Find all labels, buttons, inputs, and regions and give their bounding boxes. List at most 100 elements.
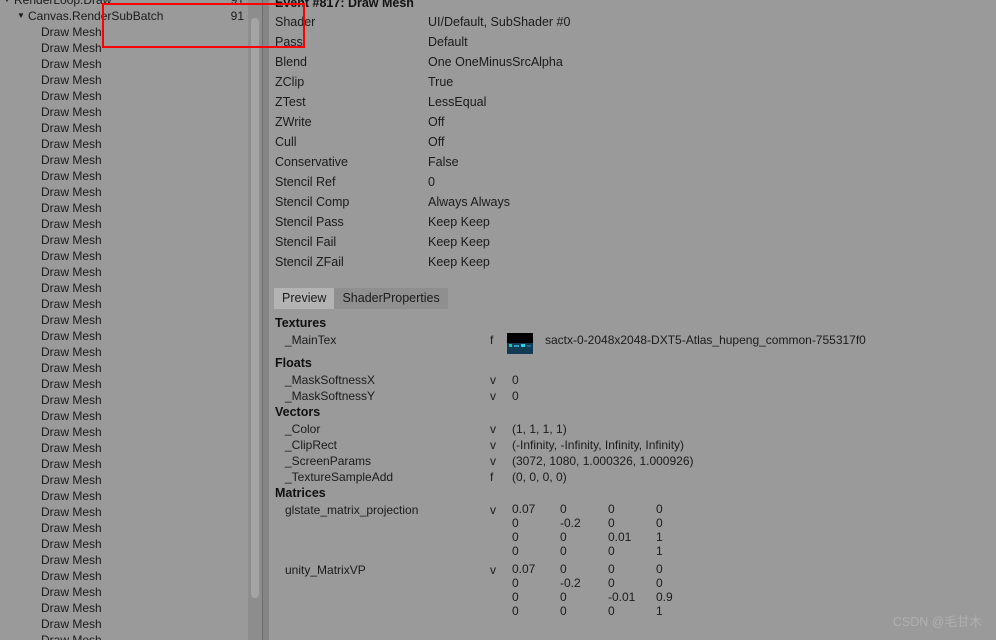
tree-item[interactable]: Draw Mesh (0, 280, 262, 296)
detail-tab-strip[interactable]: Preview ShaderProperties (274, 288, 448, 309)
texture-thumbnail[interactable] (507, 333, 533, 354)
tree-item-label: Draw Mesh (41, 489, 102, 503)
tree-item[interactable]: Draw Mesh (0, 600, 262, 616)
tree-item[interactable]: Draw Mesh (0, 56, 262, 72)
tree-item[interactable]: Draw Mesh (0, 200, 262, 216)
matrix-cell: -0.2 (560, 576, 581, 590)
tree-item[interactable]: Draw Mesh (0, 216, 262, 232)
render-state-key: Stencil Comp (275, 195, 350, 209)
tree-item-label: Draw Mesh (41, 25, 102, 39)
tree-item[interactable]: Draw Mesh (0, 328, 262, 344)
tree-item-label: Draw Mesh (41, 569, 102, 583)
tree-item[interactable]: Draw Mesh (0, 120, 262, 136)
tree-item[interactable]: Draw Mesh (0, 408, 262, 424)
tree-item[interactable]: Draw Mesh (0, 72, 262, 88)
tree-item-label: Draw Mesh (41, 345, 102, 359)
tree-scrollbar-thumb[interactable] (251, 18, 259, 598)
tree-item-label: Draw Mesh (41, 585, 102, 599)
matrix-cell: 0.9 (656, 590, 673, 604)
tree-item-label: Draw Mesh (41, 617, 102, 631)
tree-item[interactable]: Draw Mesh (0, 40, 262, 56)
render-state-key: Pass (275, 35, 303, 49)
tree-item[interactable]: Draw Mesh (0, 440, 262, 456)
matrix-cell: 0 (608, 516, 615, 530)
render-state-key: Stencil Pass (275, 215, 344, 229)
render-state-key: Cull (275, 135, 297, 149)
frame-debugger-tree-panel[interactable]: ▼RenderLoop.Draw91▼Canvas.RenderSubBatch… (0, 0, 262, 640)
tree-item-label: Draw Mesh (41, 153, 102, 167)
tree-item-label: Draw Mesh (41, 633, 102, 640)
tree-item-label: Draw Mesh (41, 121, 102, 135)
tree-item[interactable]: Draw Mesh (0, 136, 262, 152)
tree-item[interactable]: Draw Mesh (0, 424, 262, 440)
tree-item-label: Draw Mesh (41, 505, 102, 519)
tree-item[interactable]: Draw Mesh (0, 520, 262, 536)
matrix-name: glstate_matrix_projection (285, 503, 419, 517)
tree-expand-arrow-icon[interactable]: ▼ (2, 0, 12, 8)
tab-shaderproperties[interactable]: ShaderProperties (334, 288, 447, 309)
tree-expand-arrow-icon[interactable]: ▼ (16, 8, 26, 24)
tree-item[interactable]: Draw Mesh (0, 312, 262, 328)
tree-item[interactable]: Draw Mesh (0, 504, 262, 520)
watermark: CSDN @毛甘木 (892, 615, 982, 629)
tree-item[interactable]: Draw Mesh (0, 184, 262, 200)
tree-item[interactable]: Draw Mesh (0, 392, 262, 408)
tree-item[interactable]: Draw Mesh (0, 552, 262, 568)
render-state-key: Stencil Ref (275, 175, 336, 189)
tree-item[interactable]: Draw Mesh (0, 168, 262, 184)
tree-item[interactable]: Draw Mesh (0, 456, 262, 472)
render-state-key: ZWrite (275, 115, 312, 129)
property-name: _MaskSoftnessY (285, 389, 376, 403)
tree-item-label: Draw Mesh (41, 89, 102, 103)
matrices-section-heading: Matrices (275, 486, 326, 500)
tree-item-label: Draw Mesh (41, 169, 102, 183)
tree-item[interactable]: Draw Mesh (0, 632, 262, 640)
tree-item[interactable]: Draw Mesh (0, 568, 262, 584)
tree-item[interactable]: Draw Mesh (0, 296, 262, 312)
property-stage-flag: v (490, 389, 496, 403)
tree-item-label: Draw Mesh (41, 57, 102, 71)
tree-item[interactable]: Draw Mesh (0, 472, 262, 488)
property-name: _MainTex (285, 333, 337, 347)
render-state-key: Conservative (275, 155, 348, 169)
tree-item[interactable]: Draw Mesh (0, 88, 262, 104)
tree-item-label: Draw Mesh (41, 201, 102, 215)
tree-vertical-scrollbar[interactable] (248, 0, 262, 640)
tree-item[interactable]: Draw Mesh (0, 24, 262, 40)
matrix-stage-flag: v (490, 503, 496, 517)
tree-item[interactable]: Draw Mesh (0, 248, 262, 264)
tree-item-label: Draw Mesh (41, 185, 102, 199)
property-value: (-Infinity, -Infinity, Infinity, Infinit… (512, 438, 685, 452)
tree-item-label: Draw Mesh (41, 217, 102, 231)
property-name: _TextureSampleAdd (285, 470, 394, 484)
render-state-value: True (428, 75, 454, 89)
tree-item-label: Draw Mesh (41, 361, 102, 375)
property-value: 0 (512, 389, 519, 403)
tree-item[interactable]: Draw Mesh (0, 104, 262, 120)
tree-item-label: Draw Mesh (41, 409, 102, 423)
panel-divider[interactable] (262, 0, 269, 640)
matrix-cell: 0 (560, 530, 567, 544)
tree-item[interactable]: ▼ Canvas.RenderSubBatch 91 (0, 8, 262, 24)
property-stage-flag: v (490, 422, 496, 436)
tree-item[interactable]: Draw Mesh (0, 360, 262, 376)
tree-item[interactable]: ▼RenderLoop.Draw 91 (0, 0, 262, 8)
tree-item[interactable]: Draw Mesh (0, 232, 262, 248)
tree-item[interactable]: Draw Mesh (0, 488, 262, 504)
floats-section-heading: Floats (275, 356, 312, 370)
tab-preview[interactable]: Preview (274, 288, 335, 309)
tree-item[interactable]: Draw Mesh (0, 152, 262, 168)
tree-item[interactable]: Draw Mesh (0, 536, 262, 552)
tree-item[interactable]: Draw Mesh (0, 344, 262, 360)
render-state-value: 0 (428, 175, 435, 189)
property-stage-flag: v (490, 438, 496, 452)
tree-item[interactable]: Draw Mesh (0, 264, 262, 280)
tree-item-label: Draw Mesh (41, 457, 102, 471)
matrix-stage-flag: v (490, 563, 496, 577)
tree-item[interactable]: Draw Mesh (0, 584, 262, 600)
matrix-cell: 0 (512, 576, 519, 590)
tree-item-draw-count: 91 (230, 0, 244, 7)
matrix-cell: 0 (512, 516, 519, 530)
tree-item[interactable]: Draw Mesh (0, 376, 262, 392)
tree-item[interactable]: Draw Mesh (0, 616, 262, 632)
